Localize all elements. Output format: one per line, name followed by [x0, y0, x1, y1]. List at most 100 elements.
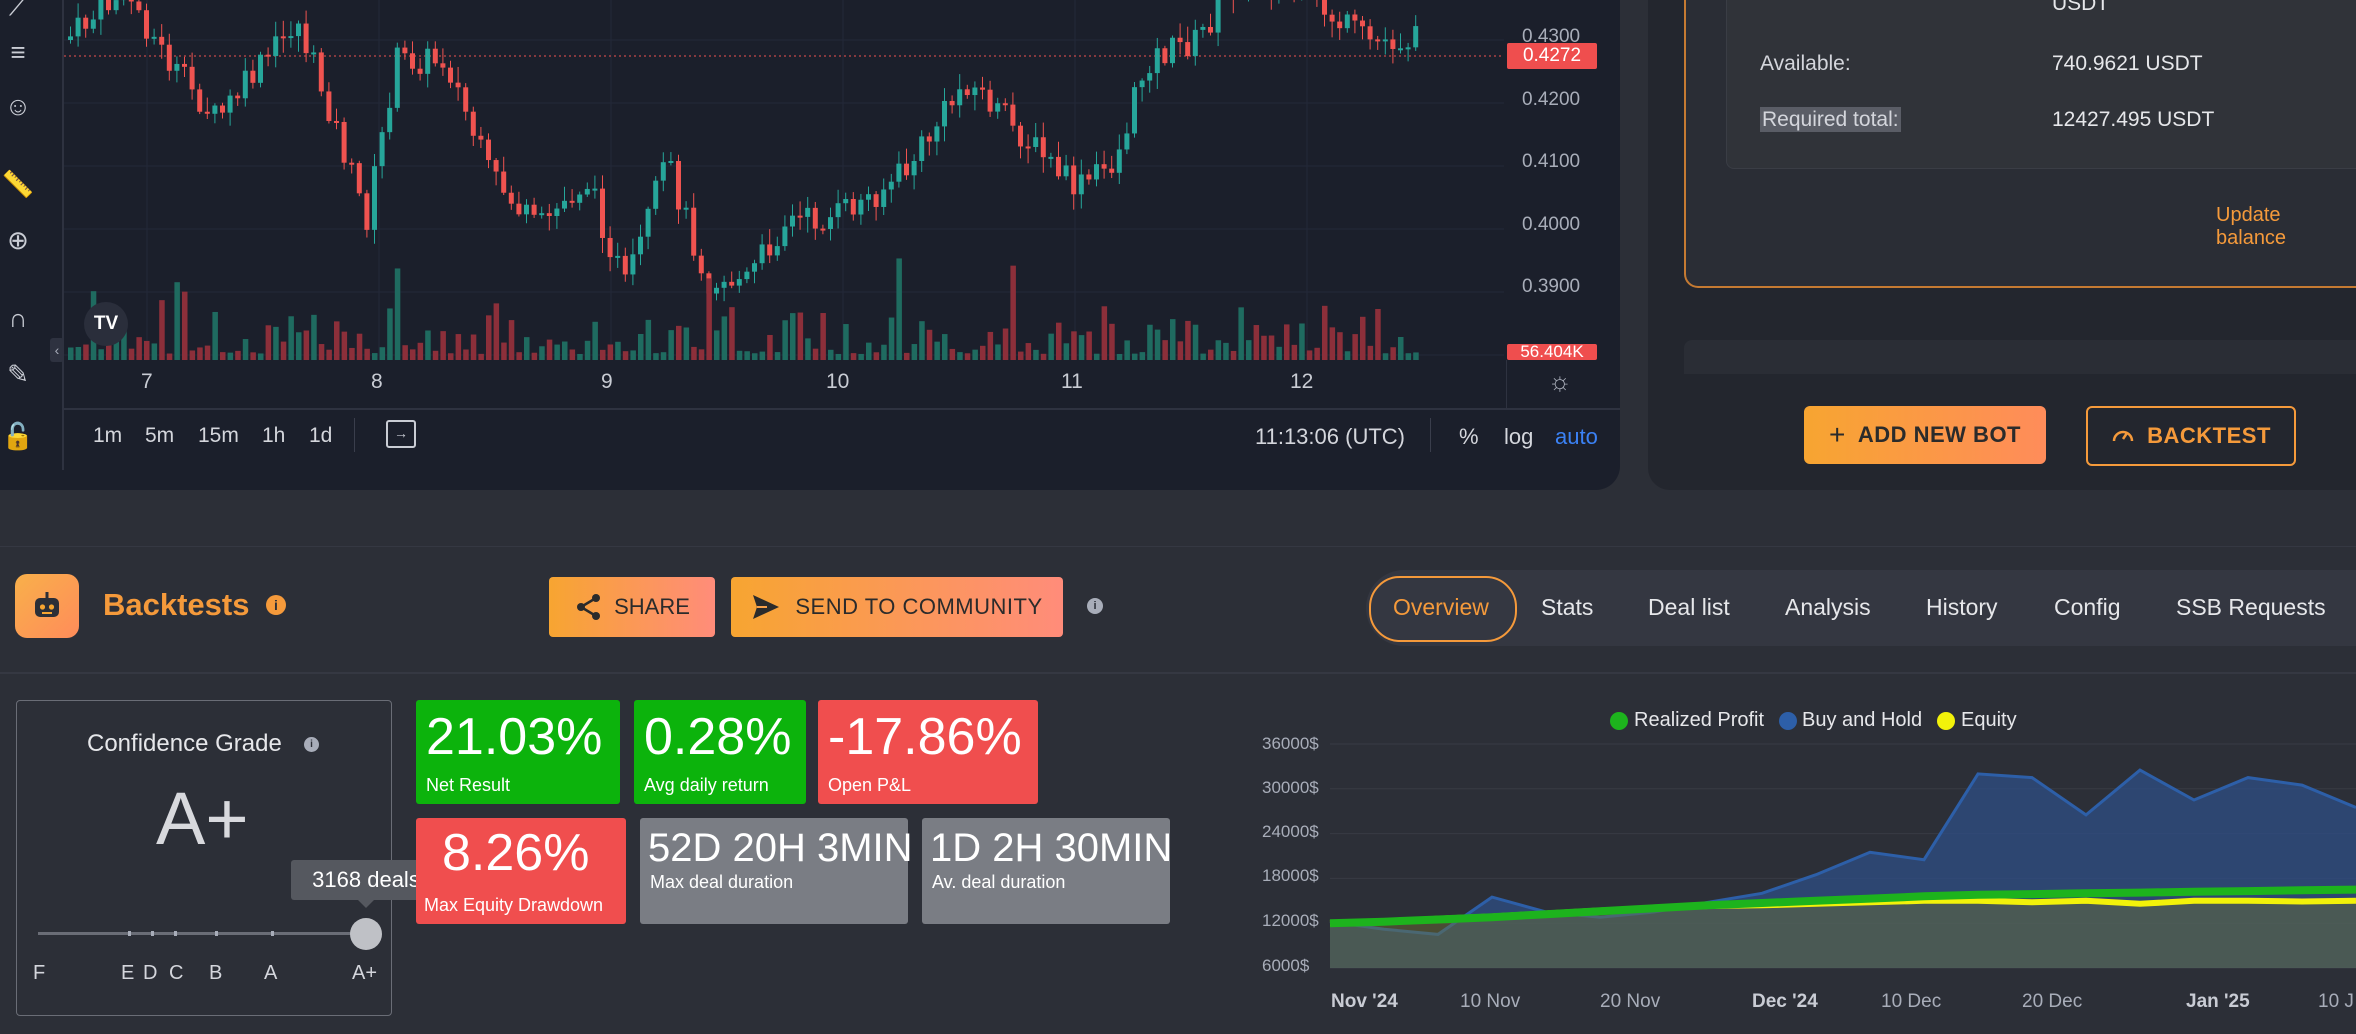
- zoom-in-icon[interactable]: ⊕: [0, 222, 36, 258]
- volume-bar: [1291, 344, 1298, 360]
- auto-scale-toggle[interactable]: auto: [1555, 424, 1598, 450]
- candle-body: [812, 207, 818, 229]
- volume-bar: [782, 320, 788, 360]
- candle-body: [577, 194, 583, 203]
- settings-lines-icon[interactable]: ≡: [0, 34, 36, 70]
- volume-bar: [752, 353, 758, 360]
- gauge-icon: [2112, 430, 2134, 442]
- candle-body: [805, 207, 811, 217]
- candle-body: [668, 160, 674, 163]
- volume-bar: [508, 320, 515, 360]
- volume-bar: [1185, 320, 1191, 360]
- volume-bar: [714, 330, 720, 360]
- x-tick: 10 Nov: [1460, 991, 1521, 1012]
- candle-body: [759, 244, 765, 264]
- grade-label-a-plus: A+: [352, 962, 378, 984]
- tab-history[interactable]: History: [1926, 594, 1998, 621]
- candle-body: [273, 36, 279, 57]
- volume-tag: 56.404K: [1507, 344, 1597, 360]
- collapse-toolbar-button[interactable]: ‹: [50, 338, 64, 362]
- update-balance-link[interactable]: Update balance: [2216, 204, 2356, 250]
- volume-bar: [524, 337, 530, 360]
- send-icon: [753, 595, 780, 619]
- grade-label-b: B: [209, 962, 223, 984]
- volume-bar: [577, 353, 583, 360]
- volume-bar: [486, 315, 492, 360]
- grade-slider-thumb[interactable]: [350, 918, 382, 950]
- volume-bar: [98, 349, 104, 360]
- candle-body: [820, 228, 826, 231]
- volume-bar: [1306, 350, 1313, 360]
- candle-body: [83, 17, 89, 29]
- candle-body: [311, 52, 317, 55]
- candle-body: [349, 162, 355, 165]
- candle-body: [296, 23, 301, 37]
- candle-body: [919, 136, 925, 161]
- interval-1m[interactable]: 1m: [93, 424, 122, 448]
- share-button[interactable]: SHARE: [549, 577, 715, 637]
- magnet-icon[interactable]: ∩: [0, 300, 36, 336]
- emoji-icon[interactable]: ☺: [0, 88, 36, 124]
- candle-body: [1413, 26, 1419, 48]
- ruler-icon[interactable]: 📏: [0, 166, 36, 202]
- tab-deal-list[interactable]: Deal list: [1648, 594, 1730, 621]
- interval-1d[interactable]: 1d: [309, 424, 332, 448]
- volume-bar: [326, 349, 332, 360]
- interval-1h[interactable]: 1h: [262, 424, 285, 448]
- candle-body: [1170, 37, 1175, 64]
- volume-bar: [1223, 342, 1229, 360]
- lock-drawing-icon[interactable]: ✎: [0, 356, 36, 392]
- candle-body: [486, 139, 491, 161]
- volume-bar: [516, 352, 522, 360]
- tab-analysis[interactable]: Analysis: [1785, 594, 1871, 621]
- candle-body: [1398, 48, 1403, 51]
- volume-bar: [1246, 340, 1252, 360]
- percent-scale-toggle[interactable]: %: [1459, 424, 1479, 450]
- avg-daily-return-tile: 0.28% Avg daily return: [634, 700, 806, 804]
- slider-tick: [174, 931, 177, 936]
- volume-bar: [1208, 349, 1214, 360]
- volume-bar: [478, 353, 484, 360]
- volume-bar: [136, 337, 142, 360]
- equity-chart[interactable]: [1250, 700, 2356, 980]
- tab-config[interactable]: Config: [2054, 594, 2120, 621]
- send-to-community-button[interactable]: SEND TO COMMUNITY: [731, 577, 1063, 637]
- tab-stats[interactable]: Stats: [1541, 594, 1593, 621]
- volume-bar: [668, 330, 674, 360]
- tab-ssb-requests[interactable]: SSB Requests: [2176, 594, 2326, 621]
- tab-overview[interactable]: Overview: [1393, 594, 1489, 621]
- volume-bar: [189, 350, 196, 360]
- info-icon[interactable]: i: [266, 595, 286, 615]
- interval-15m[interactable]: 15m: [198, 424, 239, 448]
- volume-bar: [1139, 352, 1146, 360]
- info-icon[interactable]: i: [304, 737, 319, 752]
- volume-bar: [1200, 353, 1206, 360]
- avg-daily-return-label: Avg daily return: [644, 775, 769, 795]
- candle-body: [197, 89, 203, 112]
- send-to-community-label: SEND TO COMMUNITY: [795, 594, 1043, 619]
- trend-line-icon[interactable]: ⟋: [0, 0, 36, 24]
- candle-body: [250, 70, 256, 83]
- candle-body: [242, 70, 248, 99]
- add-new-bot-button[interactable]: + ADD NEW BOT: [1804, 406, 2046, 464]
- unlock-icon[interactable]: 🔓: [0, 418, 36, 454]
- candlestick-chart[interactable]: [64, 0, 1504, 368]
- candle-body: [676, 160, 681, 210]
- candle-body: [212, 105, 218, 114]
- info-icon[interactable]: i: [1087, 598, 1103, 614]
- interval-5m[interactable]: 5m: [145, 424, 174, 448]
- volume-bar: [166, 353, 173, 360]
- candle-body: [843, 198, 849, 204]
- net-result-tile: 21.03% Net Result: [416, 700, 620, 804]
- volume-bar: [1033, 349, 1039, 360]
- log-scale-toggle[interactable]: log: [1504, 424, 1533, 450]
- candle-body: [964, 89, 970, 96]
- chart-settings-icon[interactable]: ☼: [1548, 366, 1572, 397]
- volume-bar: [159, 300, 165, 360]
- candle-body: [660, 162, 666, 181]
- backtest-button[interactable]: BACKTEST: [2086, 406, 2296, 466]
- goto-date-icon[interactable]: →: [386, 420, 416, 448]
- candle-body: [144, 10, 149, 39]
- volume-bar: [402, 345, 408, 360]
- candle-body: [1329, 14, 1335, 22]
